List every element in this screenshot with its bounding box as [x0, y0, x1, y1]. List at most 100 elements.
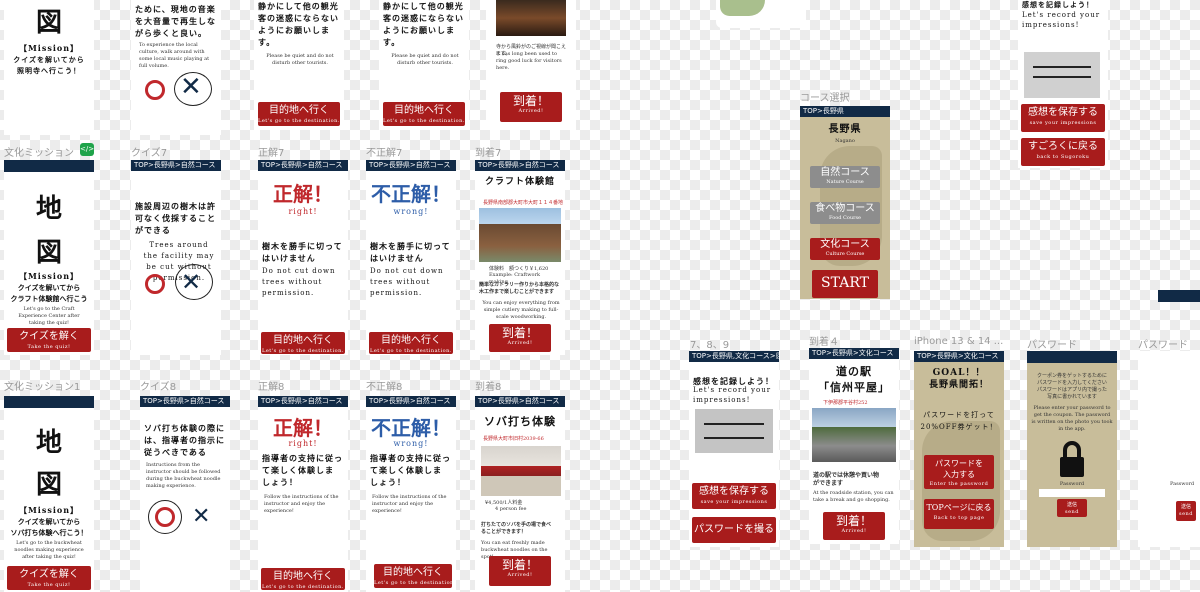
password-card-partial: Password 送信send ●●●● — [1138, 351, 1200, 547]
answer-text-en: Do not cut down trees without permission… — [370, 267, 444, 297]
breadcrumb[interactable]: TOP>長野県>自然コース — [258, 396, 348, 407]
memo-box[interactable] — [1024, 52, 1100, 98]
arrived-card-4: TOP>長野県>文化コース 道の駅 「信州平屋」 下伊那郡平谷村252 道の駅で… — [809, 348, 899, 544]
frame-label: 7、8、9 — [690, 340, 730, 351]
go-destination-button[interactable]: 目的地へ行く Let's go to the destination. — [258, 102, 340, 126]
password-input[interactable] — [1039, 489, 1105, 497]
frame-label: コース選択 — [800, 93, 850, 104]
arrived-button[interactable]: 到着！ Arrived! — [489, 556, 551, 586]
breadcrumb[interactable]: TOP>長野県>文化コース — [809, 348, 899, 359]
correct-card-7: TOP>長野県>自然コース 正解！ right! 樹木を勝手に切って はいけませ… — [258, 160, 348, 355]
map-char: 地 — [35, 194, 62, 224]
breadcrumb[interactable]: TOP>長野県>自然コース — [258, 160, 348, 171]
wrong-card-7: TOP>長野県>自然コース 不正解！ wrong! 樹木を勝手に切って はいけま… — [366, 160, 456, 355]
place-address: 長野県南部郡大町市大町１１４番地 — [483, 200, 564, 206]
map-char: 図 — [35, 470, 62, 500]
arrived-button[interactable]: 到着！ Arrived! — [823, 512, 885, 540]
password-label: Password — [1059, 481, 1085, 487]
quiz-question-en: To experience the local culture, walk ar… — [139, 42, 210, 69]
back-sugoroku-button[interactable]: すごろくに戻る back to Sugoroku — [1021, 138, 1105, 166]
maru-option[interactable] — [145, 274, 165, 294]
take-quiz-button[interactable]: クイズを解く Take the quiz! — [7, 328, 91, 352]
password-card: クーポン券をゲットするために パスワードを入力してください パスワードはアプリ内… — [1027, 351, 1117, 547]
code-icon[interactable]: </> — [80, 143, 94, 156]
answer-text: 指導者の支持に従っ て楽しく体験しま しょう！ — [262, 453, 343, 487]
go-destination-button[interactable]: 目的地へ行く Let's go to the destination. — [261, 568, 345, 590]
map-char: 地 — [35, 428, 62, 458]
breadcrumb[interactable]: TOP>長野県>自然コース — [140, 396, 230, 407]
correct-title-en: right! — [288, 207, 318, 216]
quiet-text: 静かにして他の観光 客の迷惑にならない ようにお願いします。 — [258, 1, 339, 47]
go-destination-button[interactable]: 目的地へ行く Let's go to the destination. — [383, 102, 465, 126]
mission-card-8: 地 図 【Mission】 クイズを解いてから ソバ打ち体験へ行こう！ Let'… — [4, 396, 94, 592]
quiet-text: 静かにして他の観光 客の迷惑にならない ようにお願いします。 — [383, 1, 464, 47]
place-body: 打ちたてのソバを手の場で食べ ることができます！ — [481, 522, 552, 535]
record-title: 感想を記録しよう！ — [1022, 0, 1094, 9]
maru-option[interactable] — [155, 507, 175, 527]
enter-password-button[interactable]: パスワードを 入力する Enter the password — [924, 455, 994, 489]
batsu-option[interactable]: ✕ — [181, 270, 201, 294]
frame-label: 到着8 — [475, 382, 502, 393]
breadcrumb[interactable]: TOP>長野県,文化コース>感想 — [689, 351, 779, 362]
breadcrumb[interactable]: TOP>長野県>自然コース — [366, 160, 456, 171]
go-destination-button[interactable]: 目的地へ行く Let's go to the destination. — [369, 332, 453, 354]
divider-bar — [1158, 290, 1200, 302]
frame-label: iPhone 13 & 14 ... — [914, 336, 1004, 347]
wrong-title: 不正解！ — [371, 182, 451, 206]
save-impressions-button[interactable]: 感想を保存する save your impressions — [692, 483, 776, 509]
quiet-text-en: Please be quiet and do not disturb other… — [391, 53, 459, 66]
answer-text: 樹木を勝手に切って はいけません — [262, 241, 343, 263]
arrived-card-8: TOP>長野県>自然コース ソバ打ち体験 長野県大町市旧村2039-66 ¥4,… — [475, 396, 565, 592]
nature-course-button[interactable]: 自然コース Nature Course — [810, 166, 880, 188]
breadcrumb[interactable]: TOP>長野県>自然コース — [475, 396, 565, 407]
answer-text: 指導者の支持に従っ て楽しく体験しま しょう！ — [370, 453, 451, 487]
answer-text-en: Follow the instructions of the instructo… — [264, 494, 339, 514]
lock-icon — [1058, 439, 1086, 479]
maru-option[interactable] — [145, 80, 165, 100]
take-quiz-button[interactable]: クイズを解く Take the quiz! — [7, 566, 91, 590]
mission-text: クイズを解いてから ソバ打ち体験へ行こう！ — [10, 517, 88, 537]
breadcrumb[interactable]: TOP>長野県>文化コース — [914, 351, 1004, 362]
correct-title: 正解！ — [273, 182, 333, 206]
go-destination-button[interactable]: 目的地へ行く Let's go to the destination. — [374, 564, 455, 588]
batsu-option[interactable]: ✕ — [192, 506, 210, 528]
frame-label: 到着４ — [809, 337, 839, 348]
breadcrumb[interactable]: TOP>長野県>自然コース — [131, 160, 221, 171]
save-impressions-button[interactable]: 感想を保存する save your impressions — [1021, 104, 1105, 132]
start-button[interactable]: START — [812, 270, 878, 298]
take-password-button[interactable]: パスワードを撮る — [692, 517, 776, 543]
arrived-button[interactable]: 到着！ Arrived! — [489, 324, 551, 352]
station-photo — [812, 408, 896, 462]
go-destination-button[interactable]: 目的地へ行く Let's go to the destination. — [261, 332, 345, 354]
pref-title-en: Nagano — [835, 138, 855, 144]
batsu-option[interactable]: ✕ — [180, 74, 202, 100]
quiet-text-en: Please be quiet and do not disturb other… — [266, 53, 334, 66]
record-card: TOP>長野県,文化コース>感想 感想を記録しよう！ Let's record … — [689, 351, 779, 547]
arrived-button[interactable]: 到着！ Arrived! — [500, 92, 562, 122]
breadcrumb[interactable]: TOP>長野県 — [800, 106, 890, 117]
answer-text-en: Follow the instructions of the instructo… — [372, 494, 447, 514]
place-body: 簡単なカトラリー作りから本格的な 木工作まで楽しむことができます — [479, 282, 560, 295]
goal-title: GOAL！！ 長野県間拓！ — [928, 368, 989, 390]
frame-label: 文化ミッション — [4, 148, 74, 159]
craft-center-photo — [479, 208, 561, 262]
map-fragment — [716, 0, 806, 28]
quiz-question-en: Instructions from the instructor should … — [146, 462, 221, 489]
food-course-button[interactable]: 食べ物コース Food Course — [810, 202, 880, 224]
frame-label: 正解7 — [258, 148, 285, 159]
price-text-en: 4 person fee — [495, 506, 527, 512]
culture-course-button[interactable]: 文化コース Culture Course — [810, 238, 880, 260]
back-top-button[interactable]: TOPページに戻る Back to top page — [924, 499, 994, 529]
place-title: クラフト体験館 — [484, 177, 555, 187]
place-title: ソバ打ち体験 — [484, 415, 556, 428]
temple-photo — [496, 0, 566, 36]
send-button[interactable]: 送信 send — [1057, 499, 1087, 517]
nav-bar — [4, 396, 94, 408]
memo-box[interactable] — [695, 409, 773, 453]
frame-label: クイズ7 — [131, 148, 168, 159]
station-body-en: At the roadside station, you can take a … — [813, 490, 894, 503]
breadcrumb[interactable]: TOP>長野県>自然コース — [475, 160, 565, 171]
arrival-text-en: It has long been used to ring good luck … — [496, 51, 562, 71]
send-button[interactable]: 送信 send — [1176, 501, 1196, 521]
breadcrumb[interactable]: TOP>長野県>自然コース — [366, 396, 456, 407]
